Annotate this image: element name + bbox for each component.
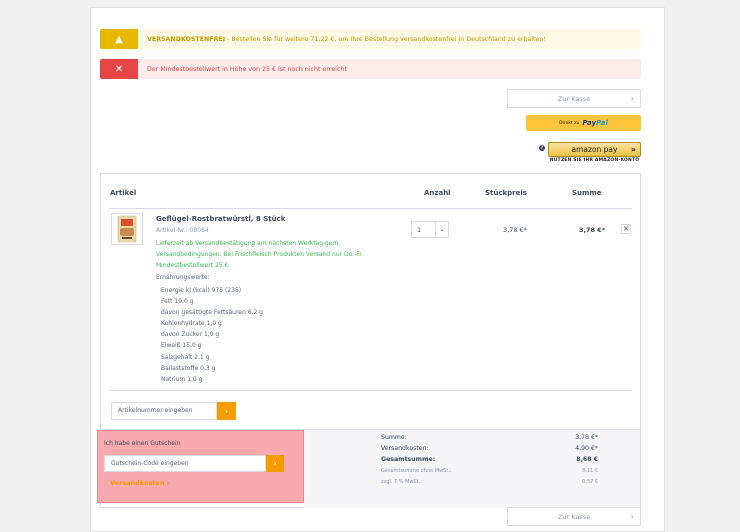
header-quantity: Anzahl: [424, 189, 451, 197]
delivery-info: Lieferzeit ab Versandbestätigung am näch…: [156, 240, 364, 269]
voucher-submit-button[interactable]: ›: [266, 455, 284, 472]
paypal-express-button[interactable]: Direkt zu Pay Pal: [526, 115, 641, 131]
grand-total-value: 8,68 €: [576, 456, 598, 463]
chevron-right-icon: ›: [630, 512, 634, 521]
header-article: Artikel: [110, 189, 137, 197]
checkout-button-top[interactable]: Zur Kasse ›: [507, 89, 641, 108]
free-shipping-alert: ▲ VERSANDKOSTENFREI - Bestellen Sie für …: [100, 29, 641, 49]
chevron-down-icon: ⌄: [435, 222, 448, 237]
double-chevron-icon: »: [630, 145, 636, 154]
quantity-select[interactable]: 1 ⌄: [411, 221, 449, 238]
list-item: Eiweiß 15,0 g: [161, 342, 202, 350]
divider: [110, 208, 632, 209]
list-item: Energie kJ (kcal) 975 (235): [161, 287, 242, 294]
add-article-button[interactable]: ›: [217, 402, 236, 420]
header-unit-price: Stückpreis: [485, 189, 527, 197]
net-total-label: Gesamtsumme ohne MwSt.:: [381, 468, 452, 474]
amazon-pay-subtitle: NUTZEN SIE IHR AMAZON-KONTO: [549, 158, 640, 163]
list-item: davon Zucker 1,0 g: [161, 331, 220, 339]
cart-page: ▲ VERSANDKOSTENFREI - Bestellen Sie für …: [90, 7, 665, 532]
list-item: Fett 19,0 g: [161, 298, 194, 306]
help-icon[interactable]: ?: [539, 145, 545, 151]
grand-total-label: Gesamtsumme:: [381, 456, 436, 463]
list-item: Salzgehalt 2,1 g: [161, 353, 210, 361]
article-number-input[interactable]: Artikelnummer eingeben: [111, 402, 217, 420]
min-order-message: Der Mindestbestellwert in Höhe von 25 € …: [147, 65, 347, 73]
list-item: Natrium 1,0 g: [161, 375, 203, 383]
list-item: Ballaststoffe 0,3 g: [161, 364, 216, 372]
subtotal-label: Summe:: [381, 434, 407, 441]
list-item: davon gesättigte Fettsäuren 6,2 g: [161, 309, 263, 317]
warning-icon: ▲: [100, 29, 138, 49]
product-image[interactable]: [111, 213, 143, 245]
voucher-code-input[interactable]: Gutschein-Code eingeben: [104, 455, 266, 472]
header-total: Summe: [572, 189, 602, 197]
shipping-label: Versandkosten:: [381, 445, 429, 452]
amazon-pay-button[interactable]: amazon pay »: [548, 142, 641, 157]
checkout-button-bottom[interactable]: Zur Kasse ›: [507, 507, 641, 526]
vat-label: zzgl. 7 % MwSt.:: [381, 479, 422, 485]
free-shipping-message: VERSANDKOSTENFREI - Bestellen Sie für we…: [147, 35, 546, 43]
paypal-logo: Pay: [582, 119, 597, 127]
divider: [110, 390, 632, 391]
product-name[interactable]: Geflügel-Rostbratwürstl, 8 Stück: [156, 215, 285, 223]
shipping-costs-link[interactable]: Versandkosten ›: [110, 479, 169, 487]
close-icon: ✕: [100, 59, 138, 79]
unit-price: 3,78 €*: [503, 226, 527, 234]
list-item: Kohlenhydrate 1,0 g: [161, 320, 222, 328]
article-number: Artikel-Nr.: 08084: [156, 227, 209, 234]
min-order-alert: ✕ Der Mindestbestellwert in Höhe von 25 …: [100, 59, 641, 79]
chevron-right-icon: ›: [630, 94, 634, 103]
line-total: 3,78 €*: [579, 226, 606, 234]
subtotal-value: 3,78 €*: [575, 434, 598, 441]
nutrition-title: Ernährungswerte:: [156, 274, 210, 281]
vat-value: 0,57 €: [582, 479, 598, 485]
voucher-label: Ich habe einen Gutschein: [104, 440, 181, 447]
shipping-value: 4,90 €*: [575, 445, 598, 452]
nutrition-list: Energie kJ (kcal) 975 (235) Fett 19,0 g …: [161, 285, 263, 385]
net-total-value: 8,11 €: [582, 468, 598, 474]
remove-item-button[interactable]: ✕: [621, 224, 631, 234]
